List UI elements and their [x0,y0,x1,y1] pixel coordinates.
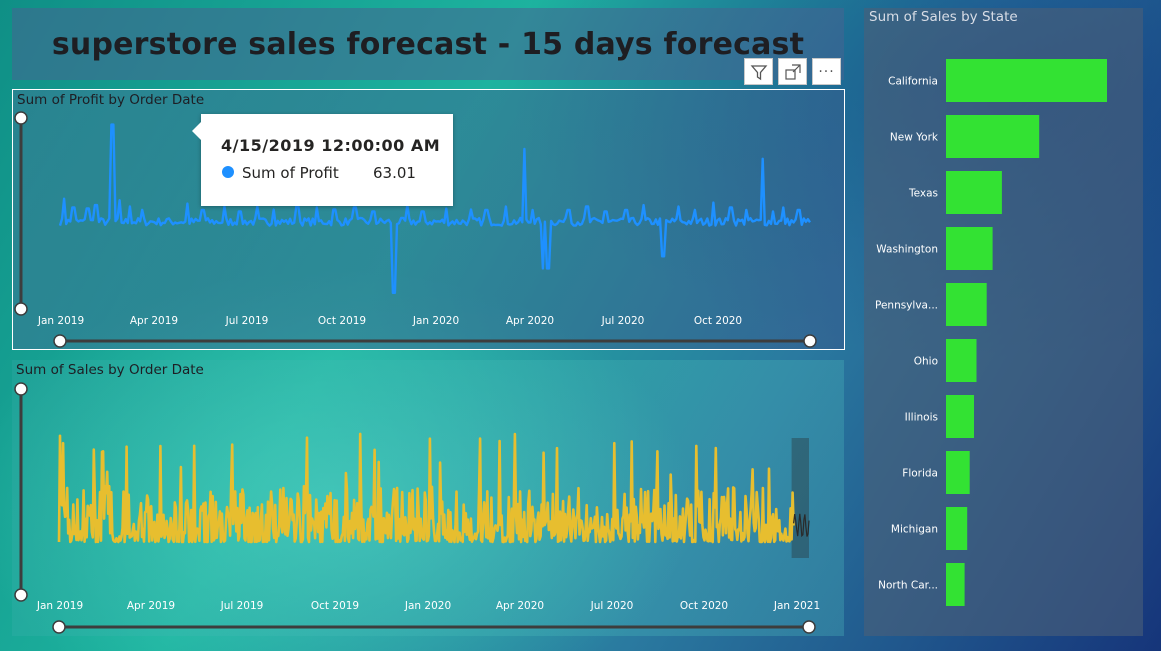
state-category-label: North Car... [878,580,938,592]
state-bar[interactable] [946,283,987,326]
sales-x-zoom-handle-right[interactable] [802,620,816,634]
profit-y-zoom-handle-bottom[interactable] [14,302,28,316]
more-options-button[interactable]: ··· [812,58,841,85]
sales-forecast-band [791,438,809,558]
profit-x-tick-label: Oct 2020 [694,315,742,327]
tooltip-series-dot [222,166,234,178]
state-bar-chart: California New York Texas Washington Pennsyl… [875,59,1107,606]
state-bar[interactable] [946,171,1002,214]
state-bar[interactable] [946,395,974,438]
state-bar[interactable] [946,451,970,494]
sales-y-zoom-handle-bottom[interactable] [14,588,28,602]
profit-x-zoom-handle-right[interactable] [803,334,817,348]
profit-tooltip: 4/15/2019 12:00:00 AM Sum of Profit 63.0… [192,114,453,206]
title-card: superstore sales forecast - 15 days fore… [12,8,844,80]
state-bar[interactable] [946,563,965,606]
sales-x-tick-label: Jan 2019 [36,600,83,612]
profit-x-tick-label: Jan 2020 [412,315,459,327]
sales-x-tick-label: Jan 2020 [404,600,451,612]
state-bar[interactable] [946,507,968,550]
state-bar[interactable] [946,115,1040,158]
profit-x-zoom-handle-left[interactable] [53,334,67,348]
state-category-label: New York [890,132,939,144]
profit-x-tick-label: Apr 2020 [506,315,554,327]
sales-line-chart: Jan 2019 Apr 2019 Jul 2019 Oct 2019 Jan 2020… [14,382,820,634]
focus-mode-icon [784,63,801,80]
state-category-label: Michigan [891,524,938,536]
tooltip-value: 63.01 [373,164,416,182]
profit-y-zoom-handle-top[interactable] [14,111,28,125]
filter-button[interactable] [744,58,773,85]
tooltip-date: 4/15/2019 12:00:00 AM [221,136,441,155]
profit-x-tick-label: Jul 2019 [225,315,269,327]
sales-x-tick-label: Oct 2019 [311,600,359,612]
sales-x-tick-label: Jan 2021 [773,600,820,612]
state-category-label: Ohio [914,356,938,368]
sales-x-tick-label: Apr 2019 [127,600,175,612]
sales-x-tick-label: Oct 2020 [680,600,728,612]
profit-x-tick-label: Oct 2019 [318,315,366,327]
state-bar-chart-card: Sum of Sales by State California New York… [864,8,1143,636]
focus-mode-button[interactable] [778,58,807,85]
profit-x-tick-label: Jul 2020 [601,315,645,327]
state-category-label: Washington [876,244,938,256]
state-bar[interactable] [946,227,993,270]
sales-x-tick-label: Jul 2019 [220,600,264,612]
tooltip-series-name: Sum of Profit [242,164,339,182]
state-category-label: Texas [908,188,938,200]
more-options-icon: ··· [818,63,835,80]
sales-x-tick-label: Jul 2020 [590,600,634,612]
state-bar[interactable] [946,59,1107,102]
state-category-label: Pennsylva... [875,300,938,312]
filter-icon [750,64,767,80]
sales-x-tick-label: Apr 2020 [496,600,544,612]
sales-chart-card: Sum of Sales by Order Date Jan 2019 Apr 2… [12,360,844,636]
profit-x-tick-label: Jan 2019 [37,315,84,327]
visual-toolbar: ··· [744,58,841,85]
state-category-label: Florida [902,468,938,480]
sales-series-line[interactable] [57,432,795,544]
state-bar[interactable] [946,339,977,382]
profit-x-tick-label: Apr 2019 [130,315,178,327]
state-category-label: California [888,76,938,88]
sales-x-zoom-handle-left[interactable] [52,620,66,634]
dashboard-title: superstore sales forecast - 15 days fore… [51,26,805,62]
state-category-label: Illinois [905,412,938,424]
sales-y-zoom-handle-top[interactable] [14,382,28,396]
